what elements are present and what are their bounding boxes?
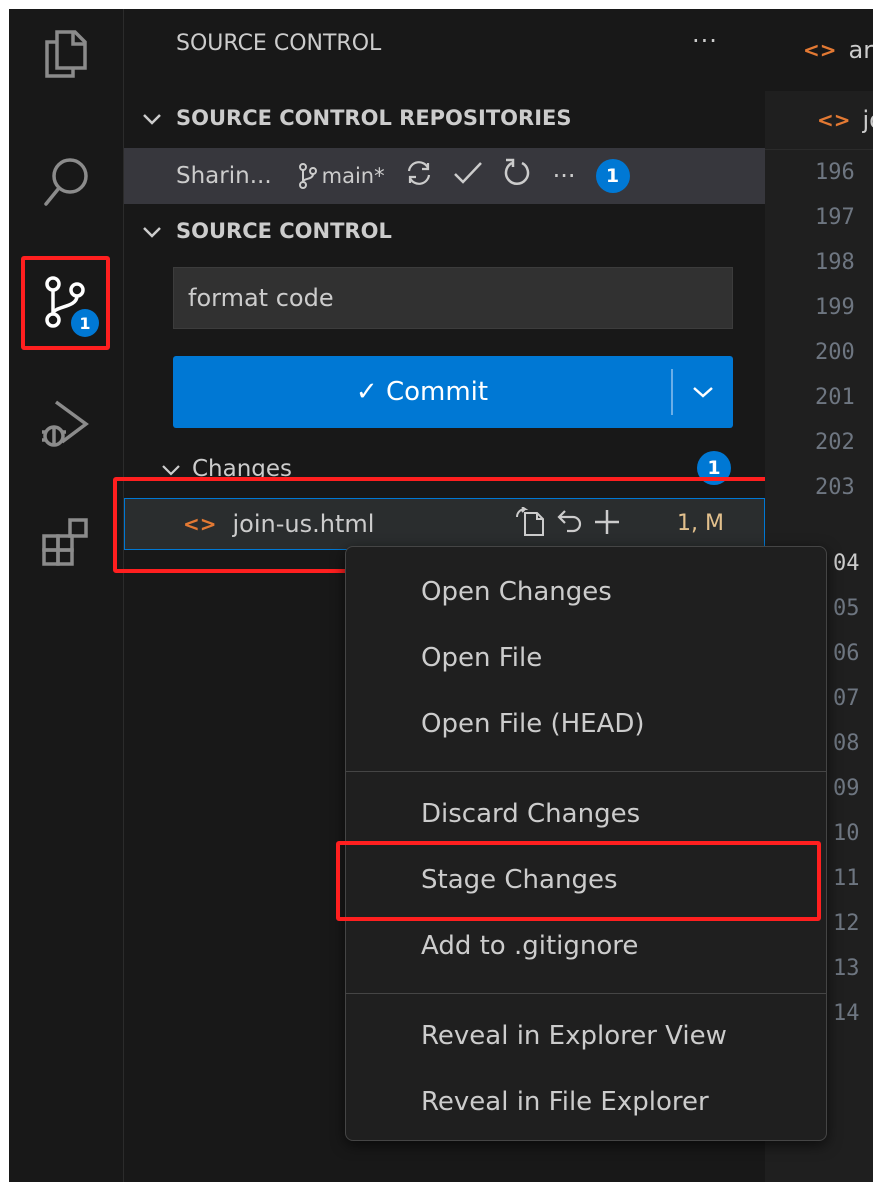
menu-item-reveal-in-file-explorer[interactable]: Reveal in File Explorer xyxy=(421,1082,709,1122)
chevron-down-icon xyxy=(162,456,180,482)
activity-bar: 1 xyxy=(9,9,124,1182)
search-icon[interactable] xyxy=(9,137,123,227)
open-file-icon xyxy=(516,506,544,536)
changes-group-header[interactable]: Changes 1 xyxy=(124,449,765,489)
explorer-icon[interactable] xyxy=(9,9,123,99)
scm-section-title: SOURCE CONTROL xyxy=(176,219,392,243)
menu-item-discard-changes[interactable]: Discard Changes xyxy=(421,794,640,834)
breadcrumb-label: jo xyxy=(862,106,873,134)
line-number: 198 xyxy=(815,250,855,275)
line-number: 08 xyxy=(833,731,860,756)
vscode-window: 1 SOURCE CONTROL ··· SOURCE CONTROL REPO… xyxy=(9,9,873,1182)
line-number: 201 xyxy=(815,385,855,410)
changes-count-badge: 1 xyxy=(697,451,731,485)
menu-item-open-file-head[interactable]: Open File (HEAD) xyxy=(421,704,645,744)
menu-item-open-changes[interactable]: Open Changes xyxy=(421,572,612,612)
scm-badge: 1 xyxy=(71,309,99,337)
chevron-down-icon xyxy=(693,387,713,398)
line-number: 199 xyxy=(815,295,855,320)
menu-separator xyxy=(346,993,826,994)
menu-separator xyxy=(346,771,826,772)
line-number: 10 xyxy=(833,821,860,846)
commit-message-input[interactable]: format code xyxy=(173,267,733,329)
extensions-icon[interactable] xyxy=(9,497,123,587)
discard-changes-button[interactable] xyxy=(555,507,583,543)
branch-button[interactable]: main* xyxy=(298,163,385,189)
more-actions-button[interactable]: ··· xyxy=(692,27,718,55)
line-number: 196 xyxy=(815,160,855,185)
open-file-button[interactable] xyxy=(515,506,547,543)
file-name: join-us.html xyxy=(232,510,375,538)
repo-name: Sharin... xyxy=(176,163,272,189)
changed-file-row[interactable]: <> join-us.html 1, M xyxy=(124,498,765,550)
menu-item-add-to-gitignore[interactable]: Add to .gitignore xyxy=(421,926,638,966)
chevron-down-icon xyxy=(134,106,170,130)
repo-changes-badge: 1 xyxy=(595,159,630,193)
repository-row[interactable]: Sharin... main* ··· 1 xyxy=(124,148,765,204)
html-file-icon: <> xyxy=(817,108,851,132)
line-number: 07 xyxy=(833,686,860,711)
repo-more-button[interactable]: ··· xyxy=(553,162,576,190)
context-menu: Open Changes Open File Open File (HEAD) … xyxy=(345,546,827,1141)
refresh-button[interactable] xyxy=(503,158,531,194)
line-number: 11 xyxy=(833,866,860,891)
changes-label: Changes xyxy=(192,456,293,482)
menu-item-open-file[interactable]: Open File xyxy=(421,638,542,678)
refresh-icon xyxy=(504,158,529,186)
commit-check-button[interactable] xyxy=(453,160,483,192)
line-number: 203 xyxy=(815,475,855,500)
check-icon xyxy=(453,162,482,184)
file-status: 1, M xyxy=(677,511,724,536)
line-number: 05 xyxy=(833,596,860,621)
line-number: 04 xyxy=(833,551,860,576)
line-number: 202 xyxy=(815,430,855,455)
html-file-icon: <> xyxy=(803,38,837,62)
breadcrumb[interactable]: <> jo xyxy=(765,91,873,150)
chevron-down-icon xyxy=(134,219,170,243)
sync-icon xyxy=(407,161,430,185)
file-actions xyxy=(515,506,621,543)
commit-dropdown-button[interactable] xyxy=(673,356,733,428)
html-file-icon: <> xyxy=(183,512,217,536)
run-debug-icon[interactable] xyxy=(9,379,123,469)
repositories-section-header[interactable]: SOURCE CONTROL REPOSITORIES xyxy=(124,98,765,138)
line-number: 14 xyxy=(833,1001,860,1026)
editor-tab-label: ar xyxy=(848,36,873,64)
editor-tab[interactable]: <> ar xyxy=(765,9,873,91)
scm-section-header[interactable]: SOURCE CONTROL xyxy=(124,211,765,251)
sync-button[interactable] xyxy=(405,160,433,192)
stage-changes-button[interactable] xyxy=(593,508,621,542)
menu-item-reveal-in-explorer-view[interactable]: Reveal in Explorer View xyxy=(421,1016,727,1056)
line-number: 200 xyxy=(815,340,855,365)
branch-name: main* xyxy=(321,164,385,188)
line-number: 06 xyxy=(833,641,860,666)
repositories-section-title: SOURCE CONTROL REPOSITORIES xyxy=(176,106,572,130)
line-number: 09 xyxy=(833,776,860,801)
line-number: 197 xyxy=(815,205,855,230)
line-number: 13 xyxy=(833,956,860,981)
menu-item-stage-changes[interactable]: Stage Changes xyxy=(421,860,618,900)
commit-button-group: ✓ Commit xyxy=(173,356,733,428)
branch-icon xyxy=(298,163,317,189)
source-control-icon[interactable]: 1 xyxy=(9,257,123,347)
plus-icon xyxy=(595,510,619,534)
sidebar-title: SOURCE CONTROL xyxy=(176,31,382,56)
line-number: 12 xyxy=(833,911,860,936)
discard-icon xyxy=(557,510,582,533)
commit-button[interactable]: ✓ Commit xyxy=(173,356,671,428)
